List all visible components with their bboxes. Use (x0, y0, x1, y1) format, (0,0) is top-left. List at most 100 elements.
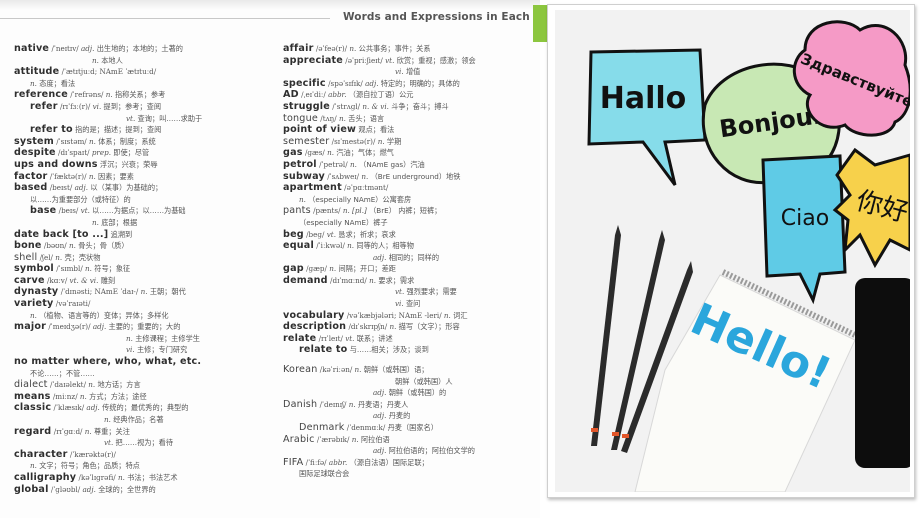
part-of-speech: n. (369, 275, 377, 285)
vocabulary-page: Words and Expressions in Each native /ˈn… (0, 0, 540, 518)
part-of-speech: n. (92, 217, 99, 227)
phonetic: /əˈpriːʃieɪt/ (345, 55, 383, 65)
bubble-text-hallo: Hallo (600, 81, 687, 116)
part-of-speech: n. (69, 241, 76, 251)
definition: 阿拉伯语 (360, 434, 390, 444)
headword: base (30, 205, 57, 217)
vocab-entry: calligraphy /kəˈlɪɡrəfi/ n. 书法；书法艺术 (14, 472, 270, 484)
definition: 朝鲜（或韩国）语； (363, 365, 429, 375)
vocab-entry: Danish /ˈdeɪnɪʃ/ n. 丹麦语；丹麦人 (283, 399, 533, 411)
phonetic: /ˈærəbɪk/ (316, 434, 350, 444)
headword: native (14, 43, 50, 54)
definition: 丹麦语；丹麦人 (357, 399, 409, 409)
vocab-entry: refer to 指的是；描述；提到；查阅 (14, 124, 270, 136)
definition: （源自法语）国际足联； (349, 457, 429, 467)
vocab-entry: beg /beɡ/ vt. 恳求；祈求；哀求 (283, 229, 533, 241)
definition: 以……为据点；以……为基础 (92, 206, 186, 216)
vocab-entry-continuation: adj. 阿拉伯语的；阿拉伯文学的 (283, 445, 533, 457)
vocab-entry: despite /dɪˈspaɪt/ prep. 即使；尽管 (14, 147, 270, 159)
vocab-entry-continuation: n. 态度；看法 (14, 78, 270, 90)
definition: 丹麦的 (388, 411, 411, 421)
phonetic: /ˈkærəktə(r)/ (69, 449, 116, 459)
vocab-entry-continuation: adj. 朝鲜（或韩国）的 (283, 387, 533, 399)
speech-bubble-zdravstvuyte: Здравствуйте (792, 20, 910, 137)
part-of-speech: adj. (86, 403, 100, 413)
vocab-entry: based /beɪst/ adj. 以（某事）为基础的； (14, 182, 270, 194)
phonetic: /ˈneɪtɪv/ (51, 44, 79, 53)
part-of-speech: vi. (92, 101, 102, 111)
vocab-entry-continuation: vi. 主修；专门研究 (14, 344, 270, 356)
definition: （especially NAmE）公寓套房 (308, 194, 412, 204)
headword: dialect (14, 379, 48, 391)
vocab-entry: means /miːnz/ n. 方式；方法；途径 (14, 391, 270, 403)
definition: 联系；讲述 (356, 333, 393, 343)
headword: date back [to ...] (14, 228, 109, 240)
definition: 方式；方法；途径 (89, 391, 147, 401)
vocab-entry: description /dɪˈskrɪpʃn/ n. 描写（文字）；形容 (283, 321, 533, 333)
part-of-speech: n. (79, 391, 87, 401)
part-of-speech: vi. (395, 67, 404, 77)
phonetic: /ˈsɪstəm/ (56, 136, 87, 146)
vocab-entry-continuation: n. 经典作品；名著 (14, 414, 270, 426)
phonetic: /əˈfeə(r)/ (315, 44, 348, 53)
phonetic: /vəˈkæbjələri; NAmE -leri/ (346, 310, 442, 320)
headword: relate to (299, 344, 348, 356)
headword: apartment (283, 182, 342, 194)
vocab-entry-continuation: （especially NAmE）裤子 (283, 217, 533, 229)
phonetic: /ˈdaɪəlekt/ (49, 380, 86, 390)
part-of-speech: adj. (92, 322, 107, 332)
part-of-speech: adj. (74, 183, 89, 193)
headword: gas (283, 147, 303, 159)
headword: calligraphy (14, 471, 77, 483)
phonetic: /ˈdɪnəsti; NAmE ˈdaɪ-/ (60, 287, 139, 297)
definition: 书法；书法艺术 (127, 472, 178, 482)
definition: 特定的；明确的；具体的 (380, 78, 460, 88)
part-of-speech: n. (347, 241, 355, 251)
headword: specific (283, 77, 326, 89)
part-of-speech: n. (349, 159, 357, 169)
vocab-entry: tongue /tʌŋ/ n. 舌头；语言 (283, 113, 533, 125)
definition: 国际足球联合会 (299, 469, 350, 479)
part-of-speech: vt. (126, 113, 136, 123)
definition: 雕刻 (100, 275, 116, 285)
phonetic: /ʃel/ (39, 252, 53, 262)
part-of-speech: adj. (373, 388, 387, 398)
vocab-entry: date back [to ...] 追溯到 (14, 229, 270, 241)
part-of-speech: n. (84, 426, 92, 436)
part-of-speech: n. (30, 310, 37, 320)
part-of-speech: n. (92, 55, 99, 65)
phonetic: /miːnz/ (52, 391, 78, 401)
vocab-entry-continuation: vi. 增值 (283, 66, 533, 78)
headword: character (14, 448, 68, 460)
part-of-speech: vt. (326, 229, 336, 239)
headword: variety (14, 298, 54, 310)
definition: 传统的；最优秀的；典型的 (102, 403, 189, 413)
part-of-speech: abbr. (328, 457, 348, 467)
definition: 阿拉伯语的；阿拉伯文学的 (388, 446, 475, 456)
part-of-speech: adj. (80, 44, 95, 53)
headword: symbol (14, 263, 54, 275)
phonetic: /ˈklæsɪk/ (53, 403, 85, 413)
headword: shell (14, 251, 38, 263)
headword: carve (14, 274, 45, 286)
vocab-entry: relate to 与……相关；涉及；谈到 (283, 344, 533, 356)
vocab-entry-continuation: vi. 查问 (283, 298, 533, 310)
part-of-speech: prep. (91, 148, 111, 158)
definition: （especially NAmE）裤子 (299, 217, 388, 227)
greetings-photo: Hallo Bonjour Здравствуйте Ciao 你好 Hello… (555, 10, 910, 492)
headword: major (14, 321, 47, 333)
phonetic: /ˈsɪmbl/ (56, 264, 83, 274)
vocabulary-column-left: native /ˈneɪtɪv/ adj. 出生地的；本地的；土著的 n. 本地… (14, 43, 270, 495)
definition: 符号；象征 (94, 264, 131, 274)
phonetic: /ˈsʌbweɪ/ (327, 171, 360, 181)
part-of-speech: n. (354, 365, 362, 375)
definition: 骨头；骨（质） (78, 241, 129, 251)
phonetic: /kɑːv/ (46, 275, 68, 285)
part-of-speech: n. (89, 136, 96, 146)
phonetic: /pænts/ (313, 206, 341, 216)
part-of-speech: vt. (345, 333, 355, 343)
definition: 浮沉；兴衰；荣辱 (100, 159, 158, 169)
vocab-entry: attitude /ˈætɪtjuːd; NAmE ˈætɪtuːd/ (14, 66, 270, 78)
headword: beg (283, 228, 304, 240)
definition: 体系；制度；系统 (98, 136, 156, 146)
